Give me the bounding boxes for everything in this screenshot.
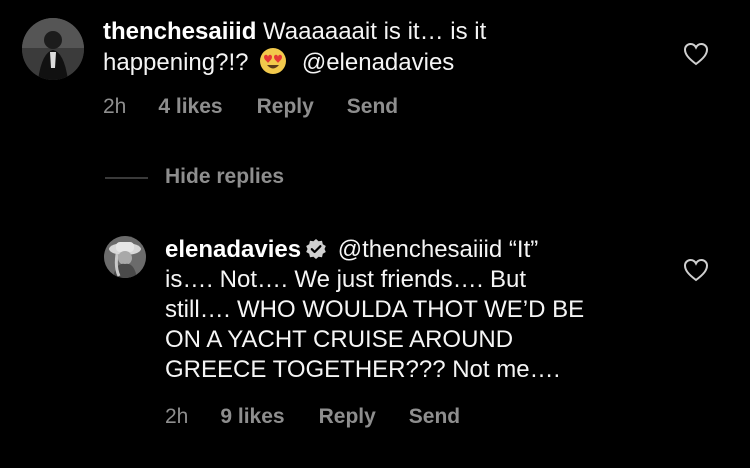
like-heart-icon[interactable]	[683, 42, 709, 66]
verified-badge-icon	[305, 238, 327, 260]
comment-meta: 2h 4 likes Reply Send	[103, 95, 398, 119]
profile-photo	[104, 236, 146, 278]
reply-text-line5: GREECE TOGETHER??? Not me….	[165, 356, 561, 383]
comment-text-line2: happening?!?	[103, 49, 249, 76]
hide-replies-button[interactable]: Hide replies	[165, 165, 284, 189]
comment-mention-link[interactable]: @elenadavies	[302, 49, 454, 76]
comment-body: thenchesaiiid Waaaaaait is it… is it hap…	[103, 17, 663, 78]
avatar-thenchesaiiid[interactable]	[22, 18, 84, 80]
heart-eyes-emoji-icon	[259, 47, 287, 75]
reply-username[interactable]: elenadavies	[165, 236, 301, 263]
reply-send-button[interactable]: Send	[409, 405, 460, 429]
replies-divider-line	[105, 177, 148, 179]
reply-body: elenadavies @thenchesaiiid “It” is…. Not…	[165, 235, 685, 385]
reply-text-line3: still…. WHO WOULDA THOT WE’D BE	[165, 296, 585, 323]
like-heart-icon[interactable]	[683, 258, 709, 282]
reply-likes-count[interactable]: 9 likes	[220, 405, 284, 429]
reply-reply-button[interactable]: Reply	[319, 405, 376, 429]
reply-text-line1: “It”	[508, 236, 539, 263]
comment-likes-count[interactable]: 4 likes	[158, 95, 222, 119]
reply-meta: 2h 9 likes Reply Send	[165, 405, 460, 429]
avatar-elenadavies[interactable]	[104, 236, 146, 278]
reply-text-line2: is…. Not…. We just friends…. But	[165, 266, 526, 293]
profile-photo	[22, 18, 84, 80]
comment-username[interactable]: thenchesaiiid	[103, 18, 256, 45]
reply-text-line4: ON A YACHT CRUISE AROUND	[165, 326, 514, 353]
comment-reply-button[interactable]: Reply	[257, 95, 314, 119]
comment-text-line1: Waaaaaait is it… is it	[263, 18, 487, 45]
reply-timestamp: 2h	[165, 405, 189, 428]
reply-mention-link[interactable]: @thenchesaiiid	[338, 236, 502, 263]
comment-send-button[interactable]: Send	[347, 95, 398, 119]
comment-timestamp: 2h	[103, 95, 127, 118]
